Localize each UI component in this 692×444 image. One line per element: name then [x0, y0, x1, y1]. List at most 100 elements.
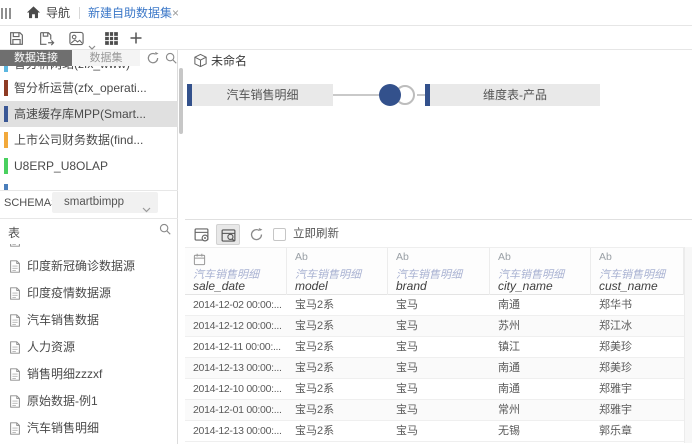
table-row: 2014-12-02 00:00:...宝马2系宝马南通郑华书 [185, 295, 692, 316]
connection-item[interactable]: 智分析网站(zfx_www) [0, 66, 178, 75]
document-tab-title[interactable]: 新建自助数据集 [88, 0, 172, 26]
table-cell: 郑雅宇 [599, 400, 682, 420]
column-field-name: model [295, 279, 328, 293]
flow-connector-line-2 [417, 94, 425, 96]
table-row: 2014-12-13 00:00:...宝马2系宝马无锡郭乐章 [185, 421, 692, 442]
chevron-down-icon [142, 200, 151, 218]
connection-item[interactable] [0, 179, 178, 190]
table-list-item[interactable]: 人力资源 [0, 334, 178, 361]
refresh-now-label: 立即刷新 [293, 220, 339, 249]
table-cell: 2014-12-13 00:00:... [193, 421, 285, 441]
refresh-now-checkbox[interactable] [273, 228, 286, 241]
schemas-label: SCHEMAS [4, 197, 58, 209]
table-settings-icon[interactable] [193, 226, 210, 248]
string-type-icon: Ab [599, 251, 612, 263]
table-preview-icon-active[interactable] [216, 224, 240, 245]
column-header-cust_name[interactable]: Ab汽车销售明细cust_name [591, 248, 684, 296]
table-item-label: 原始数据-例1 [27, 388, 98, 415]
connection-color-bar [4, 66, 8, 72]
tab-close-icon[interactable]: × [172, 0, 179, 26]
table-cell: 南通 [498, 379, 589, 399]
join-node-filled-circle[interactable] [379, 84, 401, 106]
connection-color-bar [4, 132, 8, 148]
connection-item[interactable]: U8ERP_U8OLAP [0, 153, 178, 179]
table-item-label: 销售明细zzzxf [27, 361, 102, 388]
table-list-item[interactable]: 销售明细zzzxf [0, 361, 178, 388]
table-doc-icon [8, 286, 22, 306]
table-row: 2014-12-11 00:00:...宝马2系宝马镇江郑美珍 [185, 337, 692, 358]
table-row: 2014-12-01 00:00:...宝马2系宝马常州郑雅宇 [185, 400, 692, 421]
table-cell: 郑美珍 [599, 358, 682, 378]
tables-search-icon[interactable] [158, 222, 172, 241]
flow-connector-line [333, 94, 381, 96]
table-list-item[interactable]: 印度新冠确诊数据源 [0, 253, 178, 280]
table-cell: 郑华书 [599, 295, 682, 315]
export-image-icon[interactable] [68, 30, 85, 52]
app-window: 导航 新建自助数据集 × 数据连接 数据集 [0, 0, 692, 444]
connection-item[interactable]: 高速缓存库MPP(Smart... [0, 101, 178, 127]
save-as-icon[interactable] [38, 30, 55, 52]
connection-label: 智分析网站(zfx_www) [14, 66, 130, 75]
column-field-name: city_name [498, 279, 553, 293]
table-cell: 2014-12-13 00:00:... [193, 358, 285, 378]
column-header-brand[interactable]: Ab汽车销售明细brand [388, 248, 490, 296]
sidebar-scrollbar[interactable] [179, 68, 183, 134]
table-list-item[interactable]: 汽车销售明细 [0, 415, 178, 442]
column-header-sale_date[interactable]: 汽车销售明细sale_date [185, 248, 287, 296]
table-list-item[interactable] [0, 244, 178, 253]
connection-color-bar [4, 158, 8, 174]
column-field-name: cust_name [599, 279, 658, 293]
preview-body: 2014-12-02 00:00:...宝马2系宝马南通郑华书2014-12-1… [185, 295, 692, 442]
table-doc-icon [8, 313, 22, 333]
table-cell: 宝马 [396, 421, 488, 441]
table-cell: 2014-12-02 00:00:... [193, 295, 285, 315]
table-doc-icon [8, 244, 22, 253]
table-item-label: 汽车销售数据 [27, 307, 99, 334]
flow-node-dimension-table[interactable]: 维度表-产品 [425, 84, 600, 106]
table-item-label: 人力资源 [27, 334, 75, 361]
string-type-icon: Ab [295, 251, 308, 263]
connection-item[interactable]: 上市公司财务数据(find... [0, 127, 178, 153]
column-field-name: brand [396, 279, 427, 293]
table-cell: 南通 [498, 358, 589, 378]
tables-section-title: 表 [8, 224, 20, 241]
tab-datasets[interactable]: 数据集 [72, 50, 140, 66]
table-cell: 宝马2系 [295, 421, 386, 441]
table-list-item[interactable]: 汽车销售数据 [0, 307, 178, 334]
home-icon[interactable] [26, 5, 41, 25]
string-type-icon: Ab [498, 251, 511, 263]
table-list-item[interactable]: 印度疫情数据源 [0, 280, 178, 307]
table-cell: 宝马2系 [295, 379, 386, 399]
column-header-model[interactable]: Ab汽车销售明细model [287, 248, 388, 296]
table-doc-icon [8, 394, 22, 414]
tab-separator [79, 7, 80, 19]
tab-data-connections[interactable]: 数据连接 [0, 50, 72, 66]
dataset-cube-icon [193, 53, 208, 73]
connection-label: U8ERP_U8OLAP [14, 153, 108, 179]
sidebar-tabs: 数据连接 数据集 [0, 50, 178, 66]
table-cell: 常州 [498, 400, 589, 420]
flow-node-source-table[interactable]: 汽车销售明细 [187, 84, 333, 106]
table-doc-icon [8, 421, 22, 441]
connection-list: 智分析网站(zfx_www)智分析运营(zfx_operati...高速缓存库M… [0, 66, 178, 190]
table-cell: 2014-12-12 00:00:... [193, 316, 285, 336]
nav-tab-label[interactable]: 导航 [46, 0, 70, 26]
main-toolbar [0, 26, 692, 50]
add-icon[interactable] [128, 30, 144, 51]
table-doc-icon [8, 367, 22, 387]
table-cell: 宝马 [396, 316, 488, 336]
preview-panel: 立即刷新 汽车销售明细sale_dateAb汽车销售明细modelAb汽车销售明… [185, 219, 692, 444]
column-header-city_name[interactable]: Ab汽车销售明细city_name [490, 248, 591, 296]
preview-scrollbar[interactable] [684, 247, 692, 443]
schemas-select[interactable]: smartbimpp [52, 192, 158, 213]
window-bars-icon [1, 8, 11, 19]
table-cell: 郭乐章 [599, 421, 682, 441]
table-list-item[interactable]: 原始数据-例1 [0, 388, 178, 415]
connection-item[interactable]: 智分析运营(zfx_operati... [0, 75, 178, 101]
save-icon[interactable] [8, 30, 25, 52]
preview-refresh-icon[interactable] [249, 227, 264, 247]
table-cell: 郑雅宇 [599, 379, 682, 399]
table-cell: 宝马2系 [295, 316, 386, 336]
table-grid-icon[interactable] [103, 30, 120, 52]
connection-label: 高速缓存库MPP(Smart... [14, 101, 146, 127]
